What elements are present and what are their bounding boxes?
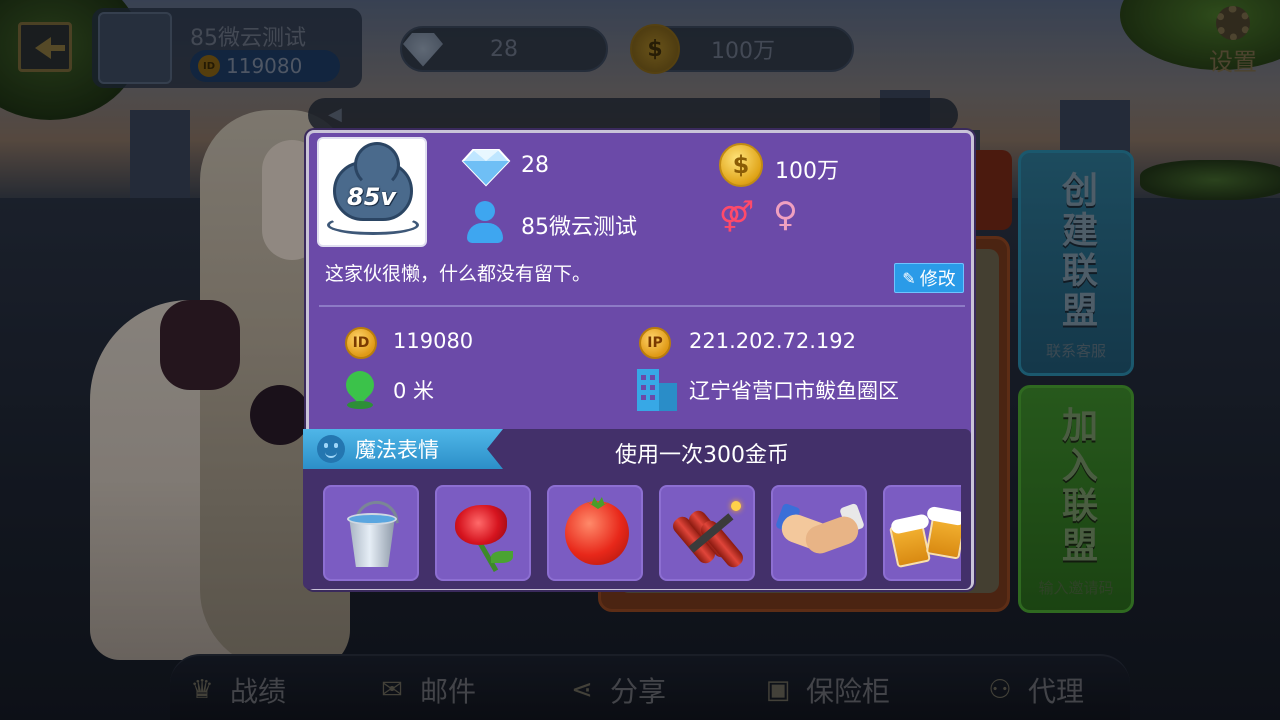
edit-label: 修改 xyxy=(919,269,956,290)
divider xyxy=(319,305,965,307)
profile-avatar: 85v xyxy=(317,137,427,247)
emote-list[interactable] xyxy=(323,485,961,581)
building-window xyxy=(650,395,655,400)
building-icon xyxy=(637,369,677,411)
tomato-icon xyxy=(565,497,629,565)
pin-head xyxy=(340,365,380,405)
location-pin-icon xyxy=(340,365,380,409)
emote-tomato[interactable] xyxy=(547,485,643,581)
profile-nickname: 85微云测试 xyxy=(521,215,637,240)
building-window xyxy=(641,375,646,380)
player-profile-popup: 85v 28 $ 100万 85微云测试 ⚤ ♀ 这家伙很懒，什么都没有留下。 … xyxy=(303,130,974,590)
dynamite-spark xyxy=(731,501,741,511)
emote-beer[interactable] xyxy=(883,485,961,581)
profile-id: 119080 xyxy=(393,329,474,353)
beer-icon xyxy=(889,501,961,571)
pencil-icon: ✎ xyxy=(902,268,916,288)
building-window xyxy=(641,395,646,400)
magic-emote-cost: 使用一次300金币 xyxy=(615,443,789,468)
profile-distance: 0 米 xyxy=(393,379,435,403)
emote-dynamite[interactable] xyxy=(659,485,755,581)
user-icon xyxy=(467,201,503,245)
edit-button[interactable]: ✎ 修改 xyxy=(894,263,964,293)
pin-base xyxy=(347,401,373,409)
magic-emote-section: 魔法表情 使用一次300金币 xyxy=(303,429,971,589)
building-annex xyxy=(659,383,677,411)
profile-diamond-count: 28 xyxy=(521,153,549,178)
building-window xyxy=(650,385,655,390)
id-badge-icon: ID xyxy=(345,327,377,359)
profile-ip: 221.202.72.192 xyxy=(689,329,856,353)
bucket-water xyxy=(347,513,397,525)
avatar-logo-text: 85v xyxy=(347,183,397,211)
diamond-icon xyxy=(461,149,511,187)
dynamite-icon xyxy=(669,501,747,571)
gender-female-icon[interactable]: ♀ xyxy=(773,195,798,235)
emote-rose[interactable] xyxy=(435,485,531,581)
user-icon-body xyxy=(467,223,503,243)
bucket-icon xyxy=(343,497,401,569)
emote-water-bucket[interactable] xyxy=(323,485,419,581)
handshake-icon xyxy=(775,502,865,563)
profile-bio: 这家伙很懒，什么都没有留下。 xyxy=(325,263,592,285)
logo-ring xyxy=(327,215,419,235)
user-icon-head xyxy=(475,201,495,221)
emote-handshake[interactable] xyxy=(771,485,867,581)
profile-gold-count: 100万 xyxy=(775,159,839,184)
building-window xyxy=(650,375,655,380)
gender-male-female-icon[interactable]: ⚤ xyxy=(719,199,754,234)
profile-location: 辽宁省营口市鲅鱼圈区 xyxy=(689,379,899,403)
rose-icon xyxy=(451,499,519,573)
tomato-cap xyxy=(585,497,611,509)
gold-coin-icon: $ xyxy=(719,143,763,187)
building-window xyxy=(641,385,646,390)
ip-badge-icon: IP xyxy=(639,327,671,359)
rose-flower xyxy=(455,505,507,545)
rose-leaf xyxy=(491,551,513,563)
